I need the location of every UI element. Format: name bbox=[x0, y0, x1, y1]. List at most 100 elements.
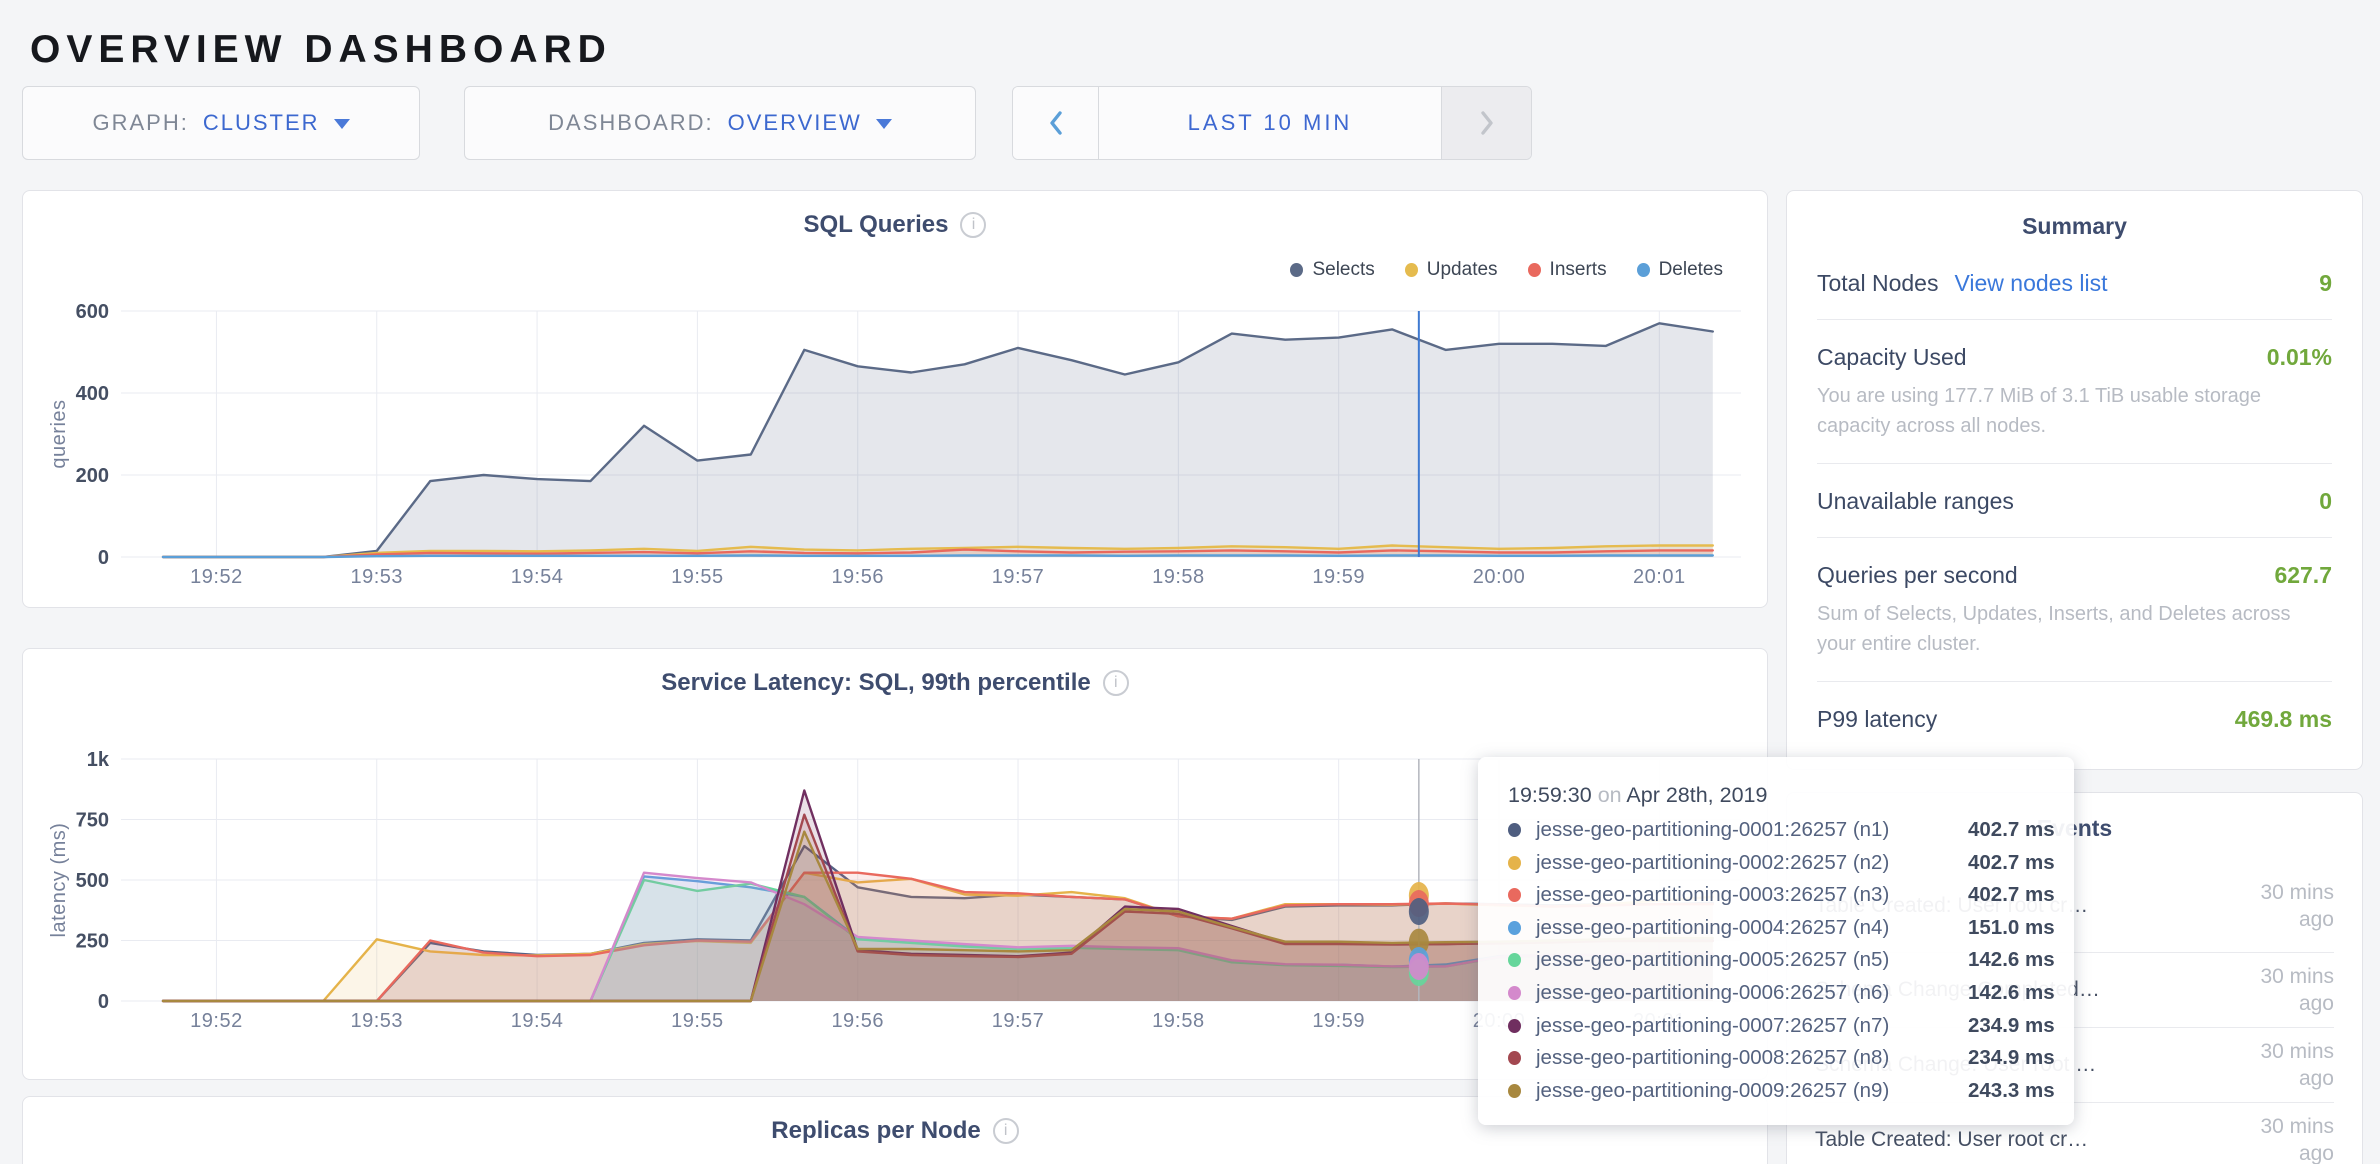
event-time: 30 mins ago bbox=[2222, 1113, 2334, 1164]
tooltip-node-value: 243.3 ms bbox=[1968, 1079, 2055, 1103]
svg-text:19:55: 19:55 bbox=[671, 566, 724, 588]
svg-text:1k: 1k bbox=[87, 749, 110, 771]
event-title: Table Created: User root cr… bbox=[1815, 1128, 2088, 1152]
tooltip-node-value: 234.9 ms bbox=[1968, 1014, 2055, 1038]
series-color-dot bbox=[1508, 856, 1521, 870]
event-time: 30 mins ago bbox=[2222, 1038, 2334, 1092]
chart-hover-tooltip: 19:59:30 on Apr 28th, 2019 jesse-geo-par… bbox=[1478, 757, 2074, 1125]
series-color-dot bbox=[1508, 1084, 1521, 1098]
summary-card: Summary Total Nodes View nodes list 9 Capac… bbox=[1786, 190, 2363, 770]
svg-text:19:56: 19:56 bbox=[831, 1010, 884, 1032]
summary-row-description: You are using 177.7 MiB of 3.1 TiB usabl… bbox=[1817, 381, 2332, 441]
svg-text:19:54: 19:54 bbox=[511, 1010, 564, 1032]
tooltip-row: jesse-geo-partitioning-0002:26257 (n2)40… bbox=[1508, 851, 2044, 875]
svg-text:19:57: 19:57 bbox=[992, 1010, 1045, 1032]
summary-row: Capacity Used 0.01% You are using 177.7 Mi… bbox=[1817, 320, 2332, 464]
summary-rows: Total Nodes View nodes list 9 Capacity Used… bbox=[1817, 246, 2332, 755]
summary-row: P99 latency469.8 ms bbox=[1817, 682, 2332, 755]
svg-text:20:00: 20:00 bbox=[1473, 566, 1526, 588]
svg-text:19:53: 19:53 bbox=[350, 566, 403, 588]
series-color-dot bbox=[1508, 1051, 1521, 1065]
dashboard-dropdown-label: DASHBOARD: bbox=[548, 110, 713, 136]
graph-dropdown-label: GRAPH: bbox=[92, 110, 188, 136]
tooltip-row: jesse-geo-partitioning-0006:26257 (n6)14… bbox=[1508, 981, 2044, 1005]
svg-text:500: 500 bbox=[76, 870, 109, 892]
svg-text:19:59: 19:59 bbox=[1312, 1010, 1365, 1032]
svg-text:19:52: 19:52 bbox=[190, 1010, 243, 1032]
tooltip-node-value: 142.6 ms bbox=[1968, 981, 2055, 1005]
svg-text:200: 200 bbox=[76, 465, 109, 487]
svg-text:19:56: 19:56 bbox=[831, 566, 884, 588]
summary-row-label: Unavailable ranges bbox=[1817, 488, 2014, 515]
tooltip-node-name: jesse-geo-partitioning-0008:26257 (n8) bbox=[1536, 1046, 1968, 1070]
summary-row-value: 0.01% bbox=[2267, 344, 2332, 371]
chevron-left-icon bbox=[1048, 110, 1064, 136]
series-color-dot bbox=[1508, 921, 1521, 935]
time-window-selector: LAST 10 MIN bbox=[1012, 86, 1532, 160]
summary-row-label: Queries per second bbox=[1817, 562, 2018, 589]
tooltip-node-value: 151.0 ms bbox=[1968, 916, 2055, 940]
series-color-dot bbox=[1508, 986, 1521, 1000]
dashboard-dropdown[interactable]: DASHBOARD: OVERVIEW bbox=[464, 86, 976, 160]
series-color-dot bbox=[1508, 823, 1521, 837]
tooltip-node-name: jesse-geo-partitioning-0005:26257 (n5) bbox=[1536, 948, 1968, 972]
summary-row-value: 9 bbox=[2319, 270, 2332, 297]
view-nodes-list-link[interactable]: View nodes list bbox=[1954, 270, 2107, 297]
summary-row-value: 627.7 bbox=[2274, 562, 2332, 589]
graph-dropdown-value: CLUSTER bbox=[203, 110, 320, 136]
overview-dashboard-page: OVERVIEW DASHBOARD GRAPH: CLUSTER DASHBO… bbox=[0, 0, 2380, 1164]
svg-text:19:59: 19:59 bbox=[1312, 566, 1365, 588]
svg-text:250: 250 bbox=[76, 931, 109, 953]
series-color-dot bbox=[1508, 953, 1521, 967]
tooltip-row: jesse-geo-partitioning-0008:26257 (n8)23… bbox=[1508, 1046, 2044, 1070]
svg-text:20:01: 20:01 bbox=[1633, 566, 1686, 588]
time-window-next-button[interactable] bbox=[1441, 87, 1531, 159]
dashboard-dropdown-value: OVERVIEW bbox=[728, 110, 862, 136]
series-color-dot bbox=[1508, 1019, 1521, 1033]
svg-text:750: 750 bbox=[76, 810, 109, 832]
tooltip-node-name: jesse-geo-partitioning-0007:26257 (n7) bbox=[1536, 1014, 1968, 1038]
tooltip-row: jesse-geo-partitioning-0005:26257 (n5)14… bbox=[1508, 948, 2044, 972]
tooltip-row: jesse-geo-partitioning-0009:26257 (n9)24… bbox=[1508, 1079, 2044, 1103]
event-time: 30 mins ago bbox=[2222, 963, 2334, 1017]
summary-row-description: Sum of Selects, Updates, Inserts, and De… bbox=[1817, 599, 2332, 659]
summary-row-value: 469.8 ms bbox=[2235, 706, 2332, 733]
svg-text:0: 0 bbox=[98, 991, 109, 1013]
summary-row-label: Total Nodes bbox=[1817, 270, 1938, 297]
summary-heading: Summary bbox=[1787, 191, 2362, 240]
tooltip-node-value: 402.7 ms bbox=[1968, 818, 2055, 842]
tooltip-node-value: 402.7 ms bbox=[1968, 883, 2055, 907]
tooltip-row: jesse-geo-partitioning-0004:26257 (n4)15… bbox=[1508, 916, 2044, 940]
summary-row-value: 0 bbox=[2319, 488, 2332, 515]
summary-row-label: Capacity Used bbox=[1817, 344, 1967, 371]
tooltip-node-value: 234.9 ms bbox=[1968, 1046, 2055, 1070]
time-window-prev-button[interactable] bbox=[1013, 87, 1099, 159]
info-icon[interactable] bbox=[993, 1118, 1019, 1144]
svg-text:19:58: 19:58 bbox=[1152, 566, 1205, 588]
svg-text:19:52: 19:52 bbox=[190, 566, 243, 588]
chevron-down-icon bbox=[334, 119, 350, 129]
svg-text:600: 600 bbox=[76, 301, 109, 323]
tooltip-node-name: jesse-geo-partitioning-0006:26257 (n6) bbox=[1536, 981, 1968, 1005]
replicas-per-node-title: Replicas per Node bbox=[771, 1117, 980, 1145]
tooltip-node-name: jesse-geo-partitioning-0002:26257 (n2) bbox=[1536, 851, 1968, 875]
svg-text:19:55: 19:55 bbox=[671, 1010, 724, 1032]
svg-text:queries: queries bbox=[48, 399, 70, 468]
tooltip-node-value: 402.7 ms bbox=[1968, 851, 2055, 875]
sql-queries-chart[interactable]: 19:5219:5319:5419:5519:5619:5719:5819:59… bbox=[23, 191, 1769, 609]
event-time: 30 mins ago bbox=[2222, 879, 2334, 933]
series-color-dot bbox=[1508, 888, 1521, 902]
svg-text:400: 400 bbox=[76, 383, 109, 405]
chevron-down-icon bbox=[876, 119, 892, 129]
time-window-label[interactable]: LAST 10 MIN bbox=[1099, 87, 1441, 159]
svg-text:latency (ms): latency (ms) bbox=[48, 823, 70, 938]
svg-text:19:54: 19:54 bbox=[511, 566, 564, 588]
tooltip-node-value: 142.6 ms bbox=[1968, 948, 2055, 972]
graph-dropdown[interactable]: GRAPH: CLUSTER bbox=[22, 86, 420, 160]
tooltip-node-name: jesse-geo-partitioning-0001:26257 (n1) bbox=[1536, 818, 1968, 842]
svg-text:0: 0 bbox=[98, 547, 109, 569]
tooltip-node-name: jesse-geo-partitioning-0004:26257 (n4) bbox=[1536, 916, 1968, 940]
sql-queries-card: SQL Queries SelectsUpdatesInsertsDeletes… bbox=[22, 190, 1768, 608]
tooltip-row: jesse-geo-partitioning-0001:26257 (n1)40… bbox=[1508, 818, 2044, 842]
tooltip-node-name: jesse-geo-partitioning-0003:26257 (n3) bbox=[1536, 883, 1968, 907]
